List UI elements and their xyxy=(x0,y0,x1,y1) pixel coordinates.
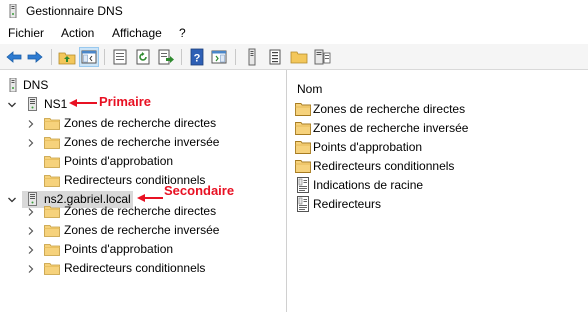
list-item[interactable]: Zones de recherche inversée xyxy=(295,119,585,138)
list-item[interactable]: Redirecteurs conditionnels xyxy=(295,157,585,176)
tree-root-label: DNS xyxy=(23,78,49,92)
show-hide-action-pane-icon[interactable] xyxy=(210,48,228,66)
list-item-label: Zones de recherche directes xyxy=(313,102,466,116)
server-icon xyxy=(28,97,37,111)
tree-item[interactable]: Zones de recherche directes xyxy=(0,202,287,221)
folder-icon xyxy=(44,262,60,275)
tree-item-label: Redirecteurs conditionnels xyxy=(64,261,206,275)
folder-icon xyxy=(44,117,60,130)
list-item[interactable]: Zones de recherche directes xyxy=(295,100,585,119)
annotation-secondaire: Secondaire xyxy=(164,183,235,198)
tree-item[interactable]: Points d'approbation xyxy=(0,152,287,171)
show-hide-tree-icon[interactable] xyxy=(79,47,99,67)
menu-fichier[interactable]: Fichier xyxy=(8,26,44,40)
folder-icon xyxy=(44,174,60,187)
folder-icon xyxy=(44,224,60,237)
dns-root-icon xyxy=(6,78,20,92)
refresh-icon[interactable] xyxy=(134,48,152,66)
up-folder-icon[interactable] xyxy=(58,48,76,66)
annotation-primaire: Primaire xyxy=(99,94,152,109)
red-arrow-icon xyxy=(69,99,97,107)
chevron-right-icon[interactable] xyxy=(26,226,36,236)
tree-item[interactable]: Zones de recherche directes xyxy=(0,114,287,133)
back-arrow-icon[interactable] xyxy=(5,48,23,66)
folder-icon xyxy=(44,136,60,149)
tree-item-label: Points d'approbation xyxy=(64,242,174,256)
tree-item[interactable]: Zones de recherche inversée xyxy=(0,221,287,240)
server-icon[interactable] xyxy=(243,48,261,66)
chevron-right-icon[interactable] xyxy=(26,264,36,274)
tasks-icon[interactable] xyxy=(266,48,284,66)
chevron-right-icon[interactable] xyxy=(26,207,36,217)
tree-item[interactable]: Zones de recherche inversée xyxy=(0,133,287,152)
svg-text:?: ? xyxy=(194,53,201,65)
column-header-nom[interactable]: Nom xyxy=(297,82,322,96)
folder-icon xyxy=(295,158,311,174)
list-item[interactable]: Indications de racine xyxy=(295,176,585,195)
list-item-label: Indications de racine xyxy=(313,178,424,192)
server-properties-icon[interactable] xyxy=(313,48,331,66)
list-item-label: Zones de recherche inversée xyxy=(313,121,469,135)
root-hints-icon xyxy=(295,177,311,193)
list-item[interactable]: Redirecteurs xyxy=(295,195,585,214)
list-item[interactable]: Points d'approbation xyxy=(295,138,585,157)
tree-root-dns[interactable]: DNS xyxy=(0,76,287,95)
chevron-right-icon[interactable] xyxy=(26,138,36,148)
chevron-right-icon[interactable] xyxy=(26,245,36,255)
menu-action[interactable]: Action xyxy=(61,26,94,40)
chevron-down-icon[interactable] xyxy=(7,100,17,110)
tree-item-label: Points d'approbation xyxy=(64,154,174,168)
menu-bar: Fichier Action Affichage ? xyxy=(0,22,588,44)
tree-item[interactable]: Redirecteurs conditionnels xyxy=(0,171,287,190)
tree-item-label: Zones de recherche directes xyxy=(64,204,217,218)
help-icon[interactable]: ? xyxy=(188,48,206,66)
folder-icon xyxy=(295,139,311,155)
folder-icon xyxy=(295,101,311,117)
folder-icon xyxy=(44,205,60,218)
dns-manager-icon xyxy=(6,3,20,19)
chevron-right-icon[interactable] xyxy=(26,119,36,129)
tree-item[interactable]: Points d'approbation xyxy=(0,240,287,259)
tree-item-label: Zones de recherche directes xyxy=(64,116,217,130)
list-item-label: Points d'approbation xyxy=(313,140,423,154)
toolbar: ? xyxy=(0,44,588,70)
folder-icon xyxy=(44,243,60,256)
folder-icon[interactable] xyxy=(290,48,308,66)
tree-item-label: Zones de recherche inversée xyxy=(64,223,220,237)
forward-arrow-icon[interactable] xyxy=(26,48,44,66)
tree-item[interactable]: Redirecteurs conditionnels xyxy=(0,259,287,278)
menu-affichage[interactable]: Affichage xyxy=(112,26,162,40)
console-tree: DNS NS1 Primaire Zones de recherche dire… xyxy=(0,70,287,312)
server-name: NS1 xyxy=(44,97,68,111)
tree-item-label: Zones de recherche inversée xyxy=(64,135,220,149)
window-title: Gestionnaire DNS xyxy=(26,4,123,18)
title-bar: Gestionnaire DNS xyxy=(0,0,588,22)
folder-icon xyxy=(295,120,311,136)
list-item-label: Redirecteurs conditionnels xyxy=(313,159,455,173)
list-item-label: Redirecteurs xyxy=(313,197,382,211)
forwarders-icon xyxy=(295,196,311,212)
menu-help[interactable]: ? xyxy=(179,26,186,40)
folder-icon xyxy=(44,155,60,168)
properties-icon[interactable] xyxy=(111,48,129,66)
export-list-icon[interactable] xyxy=(157,48,175,66)
result-pane: Nom Zones de recherche directes Zones de… xyxy=(288,70,588,312)
